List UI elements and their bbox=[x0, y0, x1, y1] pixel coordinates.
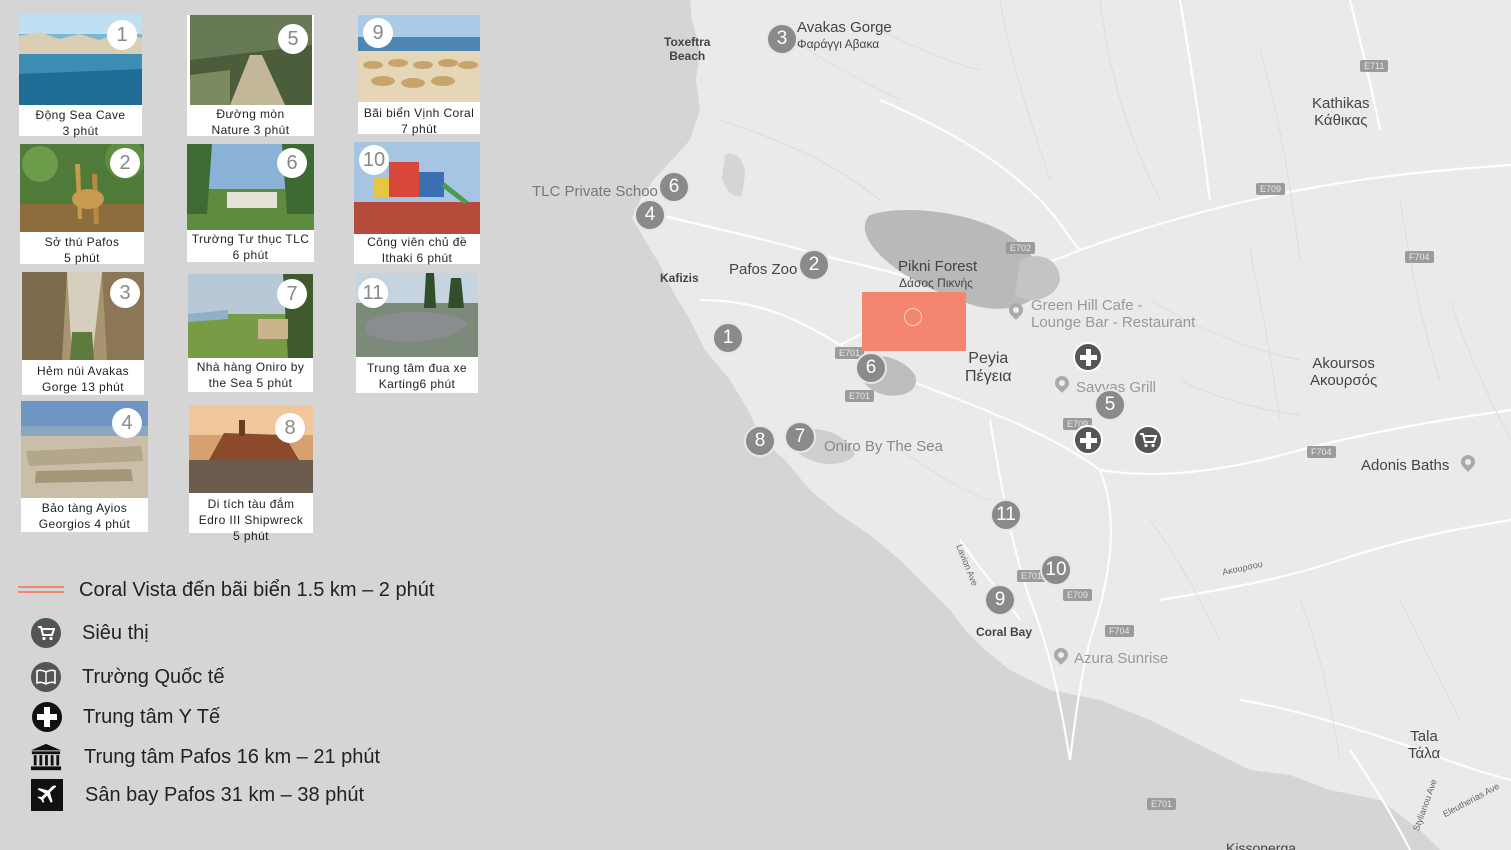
airplane-icon bbox=[31, 779, 63, 811]
map-label-pikni-forest: Pikni Forest bbox=[898, 258, 978, 275]
card-caption: Trung tâm đua xe Karting6 phút bbox=[366, 361, 467, 391]
map-label-kathikas: Kathikas Κάθικας bbox=[1312, 95, 1370, 130]
legend-airport-label: Sân bay Pafos 31 km – 38 phút bbox=[85, 783, 365, 806]
book-icon bbox=[31, 662, 61, 692]
map-label-tlc-school: TLC Private Schoo bbox=[532, 183, 658, 200]
map-label-kafizis: Kafizis bbox=[660, 271, 699, 285]
card-caption: Bãi biển Vịnh Coral 7 phút bbox=[363, 106, 475, 136]
road-badge: E701 bbox=[845, 390, 875, 402]
card-caption: Bảo tàng Ayios Georgios 4 phút bbox=[38, 501, 131, 531]
map-label-avakas-greek: Φαράγγι Αβακα bbox=[797, 37, 880, 51]
card-number-badge: 2 bbox=[110, 148, 140, 178]
photo-card-ithaki-park[interactable]: 10 Công viên chủ đề Ithaki 6 phút bbox=[354, 142, 480, 265]
map-label-kissonerga: Kissonerga bbox=[1226, 840, 1297, 850]
photo-card-tlc-school[interactable]: 6 Trường Tư thục TLC 6 phút bbox=[187, 144, 314, 262]
map-marker-shipwreck[interactable]: 8 bbox=[744, 425, 776, 457]
legend-supermarket-label: Siêu thị bbox=[82, 621, 149, 644]
map-label-adonis-baths: Adonis Baths bbox=[1361, 457, 1450, 474]
card-caption: Đường mòn Nature 3 phút bbox=[211, 107, 290, 137]
card-number-badge: 8 bbox=[275, 413, 305, 443]
map-label-avakas-gorge: Avakas Gorge bbox=[797, 19, 892, 36]
map-marker-karting[interactable]: 11 bbox=[990, 499, 1022, 531]
map-marker-tlc-school-2[interactable]: 6 bbox=[855, 352, 887, 384]
road-badge: E709 bbox=[1256, 183, 1286, 195]
map-marker-ayios-georgios[interactable]: 4 bbox=[634, 199, 666, 231]
card-caption: Di tích tàu đắm Edro III Shipwreck 5 phú… bbox=[198, 497, 304, 543]
cart-icon bbox=[31, 618, 61, 648]
legend-route: Coral Vista đến bãi biển 1.5 km – 2 phút bbox=[18, 578, 434, 602]
map-label-pikni-greek: Δάσος Πικνής bbox=[899, 276, 973, 290]
legend-airport: Sân bay Pafos 31 km – 38 phút bbox=[31, 779, 364, 811]
photo-card-nature-trail[interactable]: 5 Đường mòn Nature 3 phút bbox=[187, 15, 314, 137]
map-label-peyia: Peyia Πέγεια bbox=[965, 350, 1012, 386]
card-number-badge: 7 bbox=[277, 279, 307, 309]
legend-school: Trường Quốc tế bbox=[31, 662, 224, 692]
medical-cross-icon bbox=[32, 702, 62, 732]
legend-route-label: Coral Vista đến bãi biển 1.5 km – 2 phút bbox=[79, 578, 435, 601]
legend-city-center: Trung tâm Pafos 16 km – 21 phút bbox=[30, 741, 380, 773]
legend-school-label: Trường Quốc tế bbox=[82, 665, 225, 688]
map-marker-sea-cave[interactable]: 1 bbox=[712, 322, 744, 354]
map-marker-coral-bay[interactable]: 9 bbox=[984, 584, 1016, 616]
map-label-azura-sunrise: Azura Sunrise bbox=[1074, 650, 1169, 667]
photo-card-sea-cave[interactable]: 1 Động Sea Cave 3 phút bbox=[19, 14, 142, 138]
city-hall-icon bbox=[30, 741, 62, 773]
map-marker-nature-trail[interactable]: 5 bbox=[1094, 389, 1126, 421]
map-marker-ithaki-park[interactable]: 10 bbox=[1040, 554, 1072, 586]
map-label-oniro-by-the-sea: Oniro By The Sea bbox=[824, 438, 943, 455]
photo-card-pafos-zoo[interactable]: 2 Sở thú Pafos 5 phút bbox=[20, 144, 144, 265]
card-caption: Động Sea Cave 3 phút bbox=[35, 108, 126, 138]
supermarket-marker-icon[interactable] bbox=[1133, 425, 1163, 455]
card-number-badge: 6 bbox=[277, 148, 307, 178]
card-number-badge: 5 bbox=[278, 24, 308, 54]
map-label-coral-bay: Coral Bay bbox=[976, 625, 1033, 639]
photo-card-karting[interactable]: 11 Trung tâm đua xe Karting6 phút bbox=[356, 273, 478, 393]
road-badge: F704 bbox=[1307, 446, 1336, 458]
map-label-green-hill-cafe: Green Hill Cafe - Lounge Bar - Restauran… bbox=[1031, 297, 1196, 332]
card-caption: Sở thú Pafos 5 phút bbox=[44, 235, 120, 265]
road-badge: E702 bbox=[1006, 242, 1036, 254]
photo-card-avakas-gorge[interactable]: 3 Hẻm núi Avakas Gorge 13 phút bbox=[22, 272, 144, 395]
card-number-badge: 1 bbox=[107, 20, 137, 50]
map-label-toxeftra-beach: Toxeftra Beach bbox=[664, 35, 711, 63]
card-caption: Trường Tư thục TLC 6 phút bbox=[191, 232, 310, 262]
map-marker-pafos-zoo[interactable]: 2 bbox=[798, 249, 830, 281]
map-label-pafos-zoo: Pafos Zoo bbox=[729, 261, 798, 278]
card-caption: Nhà hàng Oniro by the Sea 5 phút bbox=[196, 360, 305, 390]
road-badge: E709 bbox=[1063, 589, 1093, 601]
map-label-akoursos: Akoursos Ακουρσός bbox=[1310, 355, 1378, 390]
photo-card-oniro[interactable]: 7 Nhà hàng Oniro by the Sea 5 phút bbox=[188, 274, 313, 392]
card-number-badge: 9 bbox=[363, 18, 393, 48]
route-line-icon bbox=[18, 586, 64, 593]
road-badge: F704 bbox=[1405, 251, 1434, 263]
legend-supermarket: Siêu thị bbox=[31, 618, 149, 648]
card-caption: Hẻm núi Avakas Gorge 13 phút bbox=[36, 364, 130, 394]
card-caption: Công viên chủ đề Ithaki 6 phút bbox=[367, 235, 467, 265]
road-badge: E711 bbox=[1360, 60, 1389, 72]
legend-medical-label: Trung tâm Y Tế bbox=[83, 705, 221, 728]
card-number-badge: 4 bbox=[112, 408, 142, 438]
legend-medical: Trung tâm Y Tế bbox=[32, 702, 220, 732]
road-badge: E701 bbox=[1147, 798, 1177, 810]
card-number-badge: 11 bbox=[358, 278, 388, 308]
map-marker-tlc-school[interactable]: 6 bbox=[658, 171, 690, 203]
coral-vista-logo bbox=[904, 308, 922, 326]
legend-city-center-label: Trung tâm Pafos 16 km – 21 phút bbox=[84, 745, 381, 768]
card-number-badge: 10 bbox=[359, 145, 389, 175]
map-label-tala: Tala Τάλα bbox=[1408, 728, 1441, 763]
road-badge: F704 bbox=[1105, 625, 1134, 637]
photo-card-shipwreck[interactable]: 8 Di tích tàu đắm Edro III Shipwreck 5 p… bbox=[189, 405, 313, 543]
photo-card-ayios-georgios[interactable]: 4 Bảo tàng Ayios Georgios 4 phút bbox=[21, 401, 148, 532]
photo-card-coral-bay-beach[interactable]: 9 Bãi biển Vịnh Coral 7 phút bbox=[358, 15, 480, 136]
medical-center-icon[interactable] bbox=[1073, 342, 1103, 372]
map-marker-oniro[interactable]: 7 bbox=[784, 421, 816, 453]
map-marker-avakas-gorge[interactable]: 3 bbox=[766, 23, 798, 55]
coral-vista-location[interactable] bbox=[862, 292, 966, 351]
medical-center-icon[interactable] bbox=[1073, 425, 1103, 455]
card-number-badge: 3 bbox=[110, 278, 140, 308]
